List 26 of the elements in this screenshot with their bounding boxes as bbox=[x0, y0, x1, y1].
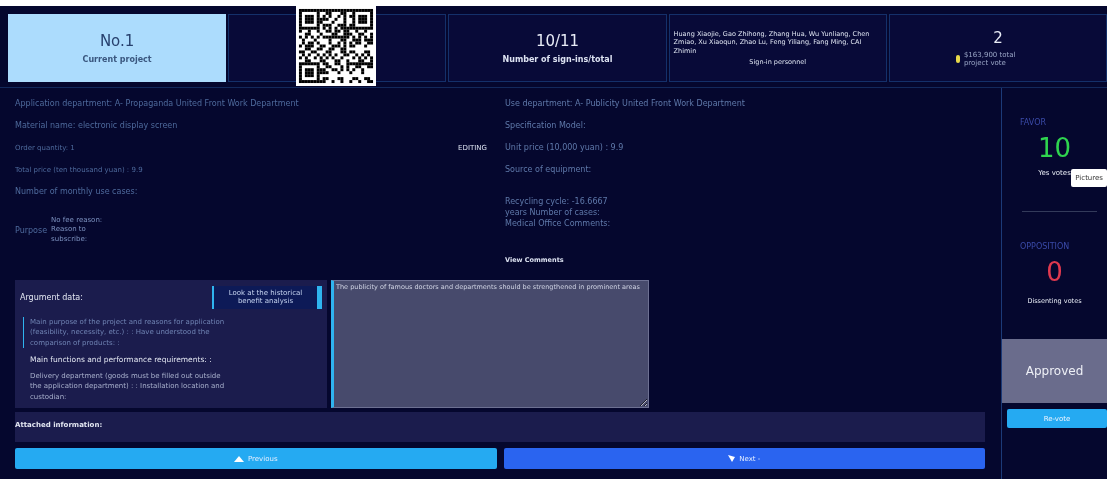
field-text: Use department: A- Publicity United Front Work Department bbox=[505, 98, 745, 108]
favor-title: FAVOR bbox=[1020, 118, 1046, 127]
field-text: Material name: electronic display screen bbox=[15, 120, 178, 130]
stat-label: Number of sign-ins/total bbox=[502, 55, 613, 64]
result-text: Approved bbox=[1025, 364, 1084, 378]
qr-code-icon bbox=[295, 6, 378, 86]
field-text: Specification Model: bbox=[505, 120, 586, 130]
field-text: Unit price (10,000 yuan) : 9.9 bbox=[505, 142, 624, 152]
favor-count: 10 bbox=[1037, 133, 1072, 163]
argument-title: Argument data: bbox=[20, 292, 83, 302]
field-text: Purpose bbox=[15, 225, 48, 235]
field-text: Medical Office Comments: bbox=[505, 218, 612, 230]
opposition-count: 0 bbox=[1046, 257, 1063, 287]
stat-label: Current project bbox=[82, 55, 152, 64]
field-text: Source of equipment: bbox=[505, 164, 592, 174]
stat-value: 10/11 bbox=[535, 32, 580, 50]
stat-value: No.1 bbox=[99, 32, 135, 50]
pointer-icon bbox=[728, 455, 736, 462]
vote-count: 2 bbox=[993, 29, 1003, 47]
field-text: Number of monthly use cases: bbox=[15, 186, 138, 196]
up-arrow-icon bbox=[233, 455, 244, 462]
field-text: Application department: A- Propaganda United Front Work Department bbox=[15, 98, 299, 108]
coin-icon bbox=[955, 55, 960, 63]
field-text: Recycling cycle: -16.6667 bbox=[505, 196, 609, 208]
opposition-title: OPPOSITION bbox=[1020, 242, 1070, 251]
field-text: years Number of cases: bbox=[505, 207, 601, 219]
